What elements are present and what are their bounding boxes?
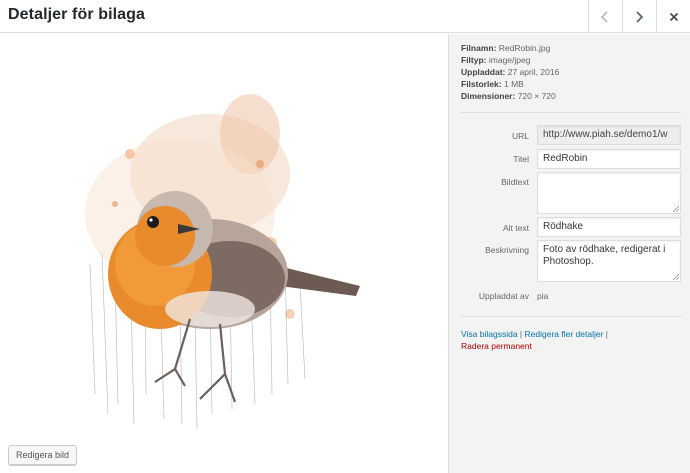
- description-label: Beskrivning: [485, 245, 529, 255]
- chevron-left-icon: [600, 10, 608, 23]
- chevron-right-icon: [636, 10, 644, 23]
- previous-button[interactable]: [588, 0, 621, 33]
- caption-field[interactable]: [537, 172, 681, 214]
- edit-more-details-link[interactable]: Redigera fler detaljer: [525, 329, 604, 339]
- close-icon: [669, 12, 678, 21]
- meta-filetype: Filtyp: image/jpeg: [461, 55, 531, 65]
- delete-permanently-link[interactable]: Radera permanent: [461, 341, 532, 351]
- alt-text-label: Alt text: [503, 223, 529, 233]
- edit-image-button[interactable]: Redigera bild: [8, 445, 78, 465]
- caption-label: Bildtext: [501, 177, 529, 187]
- next-button[interactable]: [622, 0, 655, 33]
- attachment-image: [60, 64, 390, 444]
- url-field[interactable]: http://www.piah.se/demo1/w: [537, 125, 681, 145]
- modal-header: Detaljer för bilaga: [0, 0, 690, 33]
- meta-filename: Filnamn: RedRobin.jpg: [461, 43, 551, 53]
- divider: [461, 112, 681, 113]
- title-field[interactable]: RedRobin: [537, 149, 681, 169]
- meta-uploaded: Uppladdat: 27 april, 2016: [461, 67, 560, 77]
- view-attachment-page-link[interactable]: Visa bilagssida: [461, 329, 518, 339]
- alt-text-field[interactable]: Rödhake: [537, 217, 681, 237]
- modal-title: Detaljer för bilaga: [8, 6, 146, 23]
- actions-row-2: Radera permanent: [461, 340, 608, 352]
- uploaded-by-label: Uppladdat av: [478, 291, 529, 301]
- attachment-actions: Visa bilagssida | Redigera fler detaljer…: [461, 328, 608, 352]
- description-field[interactable]: Foto av rödhake, redigerat i Photoshop.: [537, 240, 681, 282]
- attachment-details-sidebar: Filnamn: RedRobin.jpg Filtyp: image/jpeg…: [448, 34, 690, 473]
- meta-filesize: Filstorlek: 1 MB: [461, 79, 524, 89]
- title-label: Titel: [513, 154, 529, 164]
- uploaded-by-value: pia: [537, 291, 549, 301]
- file-meta: Filnamn: RedRobin.jpg Filtyp: image/jpeg…: [461, 42, 559, 102]
- resize-handle-icon[interactable]: [673, 274, 679, 280]
- image-preview-panel: Redigera bild: [0, 34, 448, 473]
- actions-row-1: Visa bilagssida | Redigera fler detaljer…: [461, 329, 609, 339]
- resize-handle-icon[interactable]: [673, 206, 679, 212]
- close-button[interactable]: [656, 0, 690, 33]
- divider: [461, 316, 681, 317]
- meta-dimensions: Dimensioner: 720 × 720: [461, 91, 556, 101]
- url-label: URL: [511, 131, 529, 141]
